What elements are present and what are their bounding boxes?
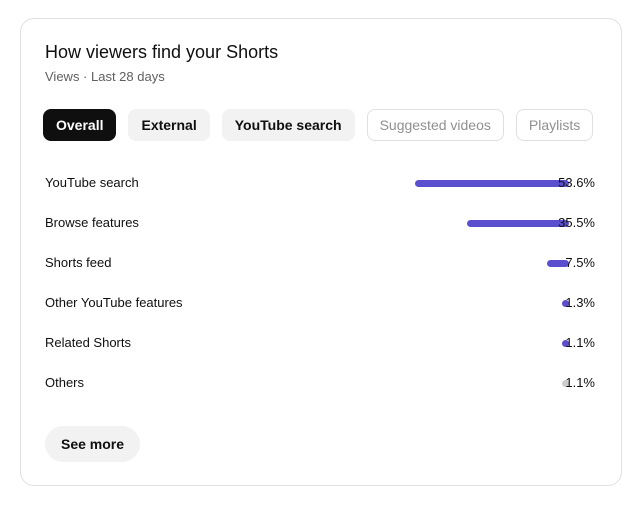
source-label: Shorts feed [45,255,112,270]
filter-tabs: Overall External YouTube search Suggeste… [43,109,594,141]
source-value: 53.6% [558,175,595,190]
source-bar [415,180,569,187]
list-item: Browse features 35.5% [45,203,595,243]
traffic-source-list: YouTube search 53.6% Browse features 35.… [45,163,595,403]
traffic-sources-card: How viewers find your Shorts Views · Las… [20,18,622,486]
list-item: Others 1.1% [45,363,595,403]
source-value: 35.5% [558,215,595,230]
source-label: Others [45,375,85,390]
list-item: Related Shorts 1.1% [45,323,595,363]
tab-youtube-search[interactable]: YouTube search [221,109,355,141]
tab-playlists[interactable]: Playlists [515,109,594,141]
source-bar [467,220,569,227]
source-value: 1.3% [565,295,595,310]
see-more-button[interactable]: See more [45,426,141,462]
source-label: Other YouTube features [45,295,183,310]
tab-suggested-videos[interactable]: Suggested videos [366,109,504,141]
source-label: Browse features [45,215,139,230]
source-label: YouTube search [45,175,139,190]
card-subtitle: Views · Last 28 days [45,69,165,84]
source-label: Related Shorts [45,335,131,350]
card-title: How viewers find your Shorts [45,42,279,62]
source-value: 1.1% [565,375,595,390]
source-value: 7.5% [565,255,595,270]
tab-external[interactable]: External [128,109,210,141]
tab-overall[interactable]: Overall [43,109,117,141]
source-value: 1.1% [565,335,595,350]
list-item: Other YouTube features 1.3% [45,283,595,323]
list-item: YouTube search 53.6% [45,163,595,203]
list-item: Shorts feed 7.5% [45,243,595,283]
